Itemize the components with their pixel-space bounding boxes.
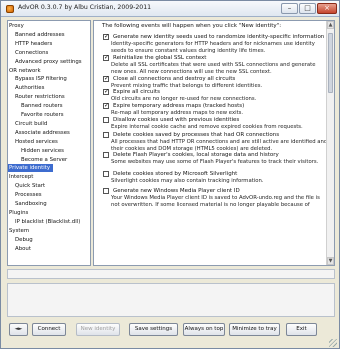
vertical-scrollbar[interactable]: ▲ ▼ bbox=[326, 21, 334, 265]
tree-item[interactable]: HTTP headers bbox=[8, 40, 55, 48]
tree-item[interactable]: Intercept bbox=[8, 173, 36, 181]
option-label[interactable]: Disallow cookies used with previous iden… bbox=[113, 117, 239, 123]
option-description: Some websites may use some of Flash Play… bbox=[111, 159, 319, 165]
option-label[interactable]: Delete Flash Player's cookies, local sto… bbox=[113, 152, 279, 158]
option-checkbox[interactable]: ✓ bbox=[103, 55, 109, 61]
option-label[interactable]: Generate new Windows Media Player client… bbox=[113, 188, 240, 194]
option-checkbox[interactable]: ✓ bbox=[103, 34, 109, 40]
tree-item[interactable]: Favorite routers bbox=[8, 111, 67, 119]
tree-item[interactable]: Sandboxing bbox=[8, 200, 50, 208]
option-label[interactable]: Close all connections and destroy all ci… bbox=[113, 76, 235, 82]
option-description: new ones. All new connections will use t… bbox=[111, 68, 272, 75]
option-label[interactable]: Expire all circuits bbox=[113, 89, 160, 95]
window-controls: – □ × bbox=[281, 3, 337, 14]
scroll-thumb[interactable] bbox=[328, 33, 333, 93]
tray-toggle-button[interactable]: ◄► bbox=[9, 323, 28, 336]
connect-button[interactable]: Connect bbox=[32, 323, 66, 336]
tree-item[interactable]: Quick Start bbox=[8, 182, 48, 190]
tree-item[interactable]: Connections bbox=[8, 49, 51, 57]
option-description: not overwritten. If some licensed materi… bbox=[111, 201, 310, 208]
new-identity-button[interactable]: New identity bbox=[76, 323, 120, 336]
tree-item[interactable]: Bypass ISP filtering bbox=[8, 75, 70, 83]
title-bar[interactable]: AdvOR 0.3.0.7 by Albu Cristian, 2009-201… bbox=[1, 1, 339, 17]
option-label[interactable]: Delete cookies saved by processes that h… bbox=[113, 132, 279, 138]
tree-item[interactable]: Plugins bbox=[8, 209, 31, 217]
tree-item[interactable]: Private identity bbox=[8, 164, 54, 173]
tree-item[interactable]: Advanced proxy settings bbox=[8, 58, 85, 66]
tree-item[interactable]: Router restrictions bbox=[8, 93, 68, 101]
options-area: The following events will happen when yo… bbox=[94, 21, 326, 265]
tree-item[interactable]: About bbox=[8, 245, 34, 253]
settings-panel: The following events will happen when yo… bbox=[93, 20, 335, 266]
tree-item[interactable]: Processes bbox=[8, 191, 45, 199]
option-description: Old circuits are no longer re-used for n… bbox=[111, 96, 257, 102]
tree-item[interactable]: Become a Server bbox=[8, 156, 70, 164]
exit-button[interactable]: Exit bbox=[286, 323, 317, 336]
close-icon[interactable]: × bbox=[317, 3, 337, 14]
option-checkbox[interactable] bbox=[103, 152, 109, 158]
tree-item[interactable]: Hosted services bbox=[8, 138, 61, 146]
log-area[interactable] bbox=[7, 283, 335, 317]
option-checkbox[interactable]: ✓ bbox=[103, 103, 109, 109]
tree-item[interactable]: System bbox=[8, 227, 32, 235]
tree-item[interactable]: IP blacklist (Blacklist.dll) bbox=[8, 218, 83, 226]
minimize-icon[interactable]: – bbox=[281, 3, 298, 14]
tree-item[interactable]: Banned addresses bbox=[8, 31, 68, 39]
tree-item[interactable]: Circuit build bbox=[8, 120, 50, 128]
scroll-up-icon[interactable]: ▲ bbox=[327, 21, 334, 29]
save-settings-button[interactable]: Save settings bbox=[129, 323, 178, 336]
option-description: Expire internal cookie cache and remove … bbox=[111, 124, 303, 130]
app-icon bbox=[6, 5, 14, 13]
option-label[interactable]: Generate new identity seeds used to rand… bbox=[113, 34, 324, 40]
option-label[interactable]: Reinitialize the global SSL context bbox=[113, 55, 206, 61]
resize-grip-icon[interactable] bbox=[329, 339, 337, 347]
app-window: AdvOR 0.3.0.7 by Albu Cristian, 2009-201… bbox=[0, 0, 340, 349]
minimize-to-tray-button[interactable]: Minimize to tray bbox=[229, 323, 280, 336]
tree-item[interactable]: OR network bbox=[8, 67, 44, 75]
option-description: seeds to ensure constant values during i… bbox=[111, 47, 266, 54]
scroll-down-icon[interactable]: ▼ bbox=[327, 257, 334, 265]
status-field[interactable] bbox=[7, 269, 335, 279]
option-checkbox[interactable]: ✓ bbox=[103, 76, 109, 82]
tree-item[interactable]: Proxy bbox=[8, 22, 27, 30]
tree-item[interactable]: Associate addresses bbox=[8, 129, 73, 137]
bottom-toolbar: ◄► Connect New identity Save settings Al… bbox=[1, 320, 339, 348]
always-on-top-button[interactable]: Always on top bbox=[183, 323, 225, 336]
option-checkbox[interactable] bbox=[103, 132, 109, 138]
option-checkbox[interactable] bbox=[103, 171, 109, 177]
option-checkbox[interactable] bbox=[103, 117, 109, 123]
option-label[interactable]: Expire temporary address maps (tracked h… bbox=[113, 103, 244, 109]
tree-item[interactable]: Debug bbox=[8, 236, 36, 244]
option-description: Re-map all temporary address maps to new… bbox=[111, 110, 244, 116]
panel-header: The following events will happen when yo… bbox=[102, 23, 282, 29]
window-title: AdvOR 0.3.0.7 by Albu Cristian, 2009-201… bbox=[18, 4, 152, 11]
tree-item[interactable]: Banned routers bbox=[8, 102, 66, 110]
maximize-icon[interactable]: □ bbox=[299, 3, 316, 14]
option-checkbox[interactable]: ✓ bbox=[103, 89, 109, 95]
option-checkbox[interactable] bbox=[103, 188, 109, 194]
settings-tree: Proxy Banned addresses HTTP headers Connect… bbox=[7, 20, 91, 266]
option-label[interactable]: Delete cookies stored by Microsoft Silve… bbox=[113, 171, 237, 177]
tree-item[interactable]: Authorities bbox=[8, 84, 47, 92]
tree-item[interactable]: Hidden services bbox=[8, 147, 67, 155]
option-description: Silverlight cookies may also contain tra… bbox=[111, 178, 264, 184]
